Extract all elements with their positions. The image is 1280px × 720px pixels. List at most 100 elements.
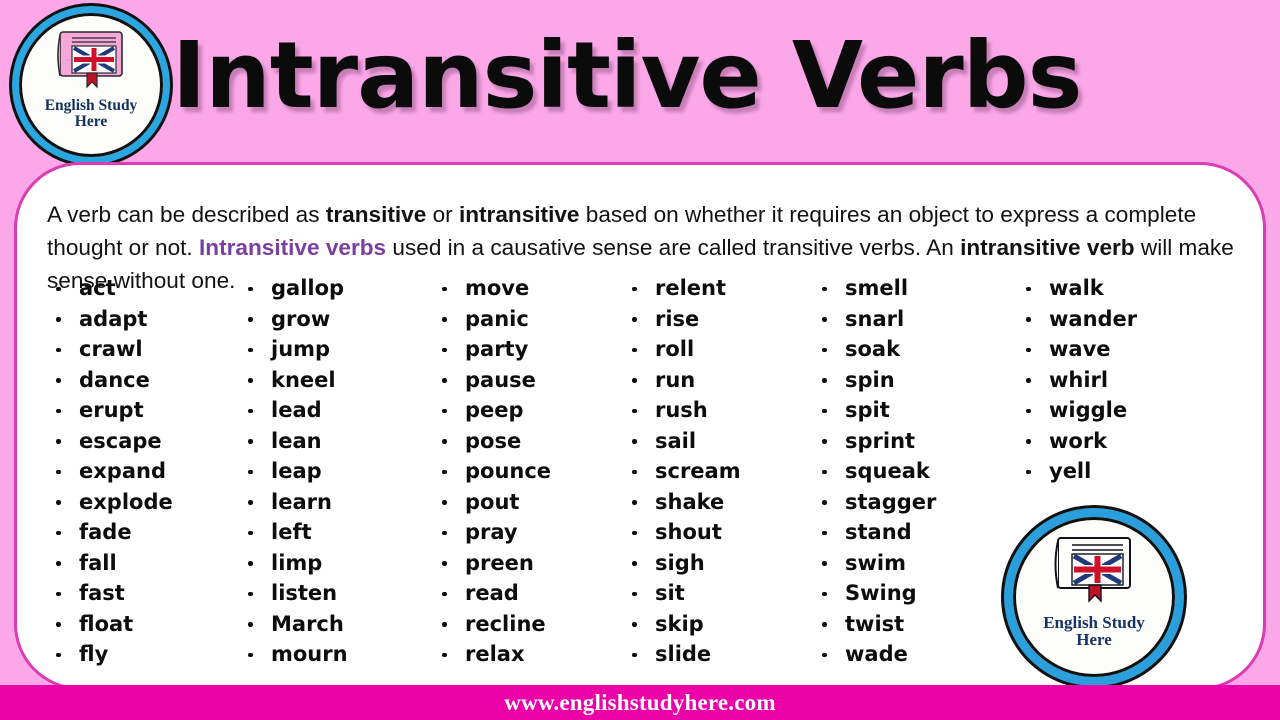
logo-badge-top: English Study Here (12, 6, 170, 164)
verb-list-item: shout (627, 517, 817, 548)
verb-list-item: gallop (243, 273, 437, 304)
verb-list-item: leap (243, 456, 437, 487)
verb-list-item: dance (51, 365, 243, 396)
logo-text: English Study Here (45, 97, 138, 130)
verb-list-item: party (437, 334, 627, 365)
page-title: Intransitive Verbs (172, 22, 1082, 129)
intro-bold-transitive: transitive (325, 201, 427, 227)
verb-list-item: pause (437, 365, 627, 396)
verb-list-item: preen (437, 548, 627, 579)
verb-list-item: Swing (817, 578, 1021, 609)
verb-list-item: crawl (51, 334, 243, 365)
verb-list-item: lead (243, 395, 437, 426)
verb-list-item: fade (51, 517, 243, 548)
verb-column: walk wander wave whirl wiggle work yell (1021, 273, 1221, 487)
intro-seg-1: A verb can be described as (47, 201, 326, 227)
intro-bold-intransitive-verb: intransitive verb (960, 234, 1135, 260)
verb-list-item: fast (51, 578, 243, 609)
footer-bar: www.englishstudyhere.com (0, 685, 1280, 720)
verb-list-item: stagger (817, 487, 1021, 518)
verb-list-item: float (51, 609, 243, 640)
verb-list-item: sail (627, 426, 817, 457)
verb-list-item: smell (817, 273, 1021, 304)
verb-list-item: spin (817, 365, 1021, 396)
verb-list-item: wave (1021, 334, 1221, 365)
logo-inner: English Study Here (1013, 517, 1175, 677)
footer-url[interactable]: www.englishstudyhere.com (504, 690, 775, 716)
book-uk-flag-icon (1051, 535, 1137, 605)
intro-bold-intransitive: intransitive (458, 201, 580, 227)
intro-seg-2: or (426, 201, 459, 227)
verb-list-item: erupt (51, 395, 243, 426)
verb-list-item: fly (51, 639, 243, 670)
verb-list-item: act (51, 273, 243, 304)
verb-list-item: run (627, 365, 817, 396)
verb-list-item: explode (51, 487, 243, 518)
verb-list-item: mourn (243, 639, 437, 670)
verb-list-item: fall (51, 548, 243, 579)
verb-list-item: move (437, 273, 627, 304)
verb-column: gallop grow jump kneel lead lean leap learn left… (243, 273, 437, 670)
verb-list-item: read (437, 578, 627, 609)
verb-list-item: rise (627, 304, 817, 335)
verb-list-item: pout (437, 487, 627, 518)
verb-list-item: wiggle (1021, 395, 1221, 426)
book-uk-flag-icon (54, 29, 128, 91)
verb-list-item: panic (437, 304, 627, 335)
verb-list-item: expand (51, 456, 243, 487)
verb-list-item: walk (1021, 273, 1221, 304)
verb-list-item: adapt (51, 304, 243, 335)
logo-inner: English Study Here (19, 13, 163, 157)
verb-list-item: relax (437, 639, 627, 670)
intro-seg-4: used in a causative sense are called tra… (386, 234, 961, 260)
verb-list-item: stand (817, 517, 1021, 548)
intro-highlight: Intransitive verbs (199, 234, 387, 260)
verb-list-item: pounce (437, 456, 627, 487)
verb-list-item: peep (437, 395, 627, 426)
verb-list-item: wander (1021, 304, 1221, 335)
verb-list-item: jump (243, 334, 437, 365)
verb-list-item: work (1021, 426, 1221, 457)
poster-page: English Study Here Intransitive Verbs A … (0, 0, 1280, 720)
verb-list-item: spit (817, 395, 1021, 426)
verb-list-item: lean (243, 426, 437, 457)
logo-line-1: English Study (1043, 612, 1145, 632)
verb-list-item: yell (1021, 456, 1221, 487)
verb-list-item: listen (243, 578, 437, 609)
verb-list-item: whirl (1021, 365, 1221, 396)
verb-list-item: shake (627, 487, 817, 518)
logo-text: English Study Here (1043, 614, 1145, 649)
verb-list-item: wade (817, 639, 1021, 670)
poster-header: English Study Here Intransitive Verbs (0, 0, 1280, 164)
verb-list-item: pose (437, 426, 627, 457)
verb-list-item: soak (817, 334, 1021, 365)
verb-list-item: left (243, 517, 437, 548)
verb-list-item: kneel (243, 365, 437, 396)
verb-list-item: March (243, 609, 437, 640)
logo-line-2: Here (74, 112, 108, 130)
verb-list-item: limp (243, 548, 437, 579)
verb-list-item: sigh (627, 548, 817, 579)
verb-column: smell snarl soak spin spit sprint squeak stagge… (817, 273, 1021, 670)
verb-list-item: recline (437, 609, 627, 640)
verb-list-item: grow (243, 304, 437, 335)
verb-list-item: scream (627, 456, 817, 487)
verb-list-item: slide (627, 639, 817, 670)
verb-list-item: learn (243, 487, 437, 518)
verb-list-item: escape (51, 426, 243, 457)
logo-badge-bottom: English Study Here (1004, 508, 1184, 686)
verb-column: act adapt crawl dance erupt escape expand explo… (51, 273, 243, 670)
verb-list-item: rush (627, 395, 817, 426)
verb-list-item: snarl (817, 304, 1021, 335)
verb-column: relent rise roll run rush sail scream shake shou… (627, 273, 817, 670)
verb-list-item: pray (437, 517, 627, 548)
verb-list-item: relent (627, 273, 817, 304)
verb-list-item: squeak (817, 456, 1021, 487)
logo-line-2: Here (1076, 630, 1112, 650)
verb-column: move panic party pause peep pose pounce pout pra… (437, 273, 627, 670)
verb-list-item: skip (627, 609, 817, 640)
verb-list-item: sit (627, 578, 817, 609)
verb-list-item: twist (817, 609, 1021, 640)
verb-list-item: sprint (817, 426, 1021, 457)
verb-list-item: swim (817, 548, 1021, 579)
